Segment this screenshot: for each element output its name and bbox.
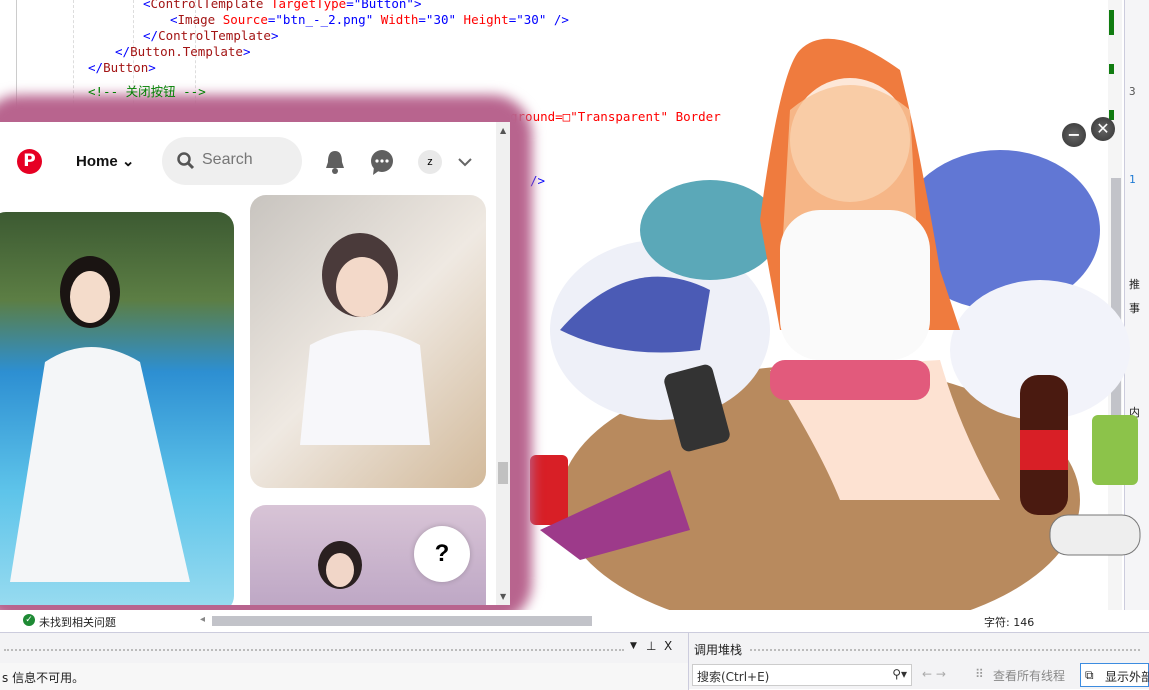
code-token: Image xyxy=(177,12,216,27)
close-panel-button[interactable]: X xyxy=(664,639,672,653)
output-text: s 信息不可用。 xyxy=(2,671,85,685)
callstack-search-input[interactable]: 搜索(Ctrl+E) ⚲▾ xyxy=(692,664,912,686)
scrollbar-thumb[interactable] xyxy=(498,462,508,484)
pin-image[interactable] xyxy=(250,195,486,488)
panel-grip xyxy=(750,649,1140,651)
char-position: 字符: 146 xyxy=(984,616,1035,629)
minimize-button[interactable]: − xyxy=(1062,123,1086,147)
code-token: Source xyxy=(215,12,268,27)
code-line: </Button.Template> xyxy=(115,44,250,60)
code-token: "btn_-_2.png" xyxy=(275,12,374,27)
controller xyxy=(1049,514,1141,556)
pinterest-header: P Home ⌄ Search z xyxy=(0,122,496,200)
view-all-threads-button[interactable]: 查看所有线程 xyxy=(993,667,1065,684)
code-token: Button.Template xyxy=(130,44,243,59)
code-token: "30" xyxy=(425,12,457,27)
code-token: Width xyxy=(373,12,419,27)
output-area: s 信息不可用。 xyxy=(0,663,688,690)
editor-status-bar: ✓ 未找到相关问题 ◂ 字符: 146 xyxy=(0,610,1149,632)
code-token: </ xyxy=(88,60,104,75)
search-input[interactable]: Search xyxy=(162,137,302,185)
help-button[interactable]: ? xyxy=(414,526,470,582)
search-placeholder: 搜索(Ctrl+E) xyxy=(697,670,770,684)
code-token: ControlTemplate xyxy=(150,0,264,11)
pin-icon[interactable]: ⊥ xyxy=(646,639,656,653)
code-token: /> xyxy=(546,12,569,27)
scroll-up-icon[interactable]: ▲ xyxy=(500,126,506,135)
pinterest-scrollbar[interactable]: ▲ ▼ xyxy=(496,122,510,605)
pinterest-window: P Home ⌄ Search z ? ▲ ▼ xyxy=(0,122,510,605)
avatar[interactable]: z xyxy=(418,150,442,174)
code-token: </ xyxy=(143,28,159,43)
divider xyxy=(688,633,689,690)
chevron-down-icon: ⌄ xyxy=(121,153,135,170)
code-token: "30" xyxy=(516,12,547,27)
cola-label xyxy=(1020,430,1068,470)
code-token: > xyxy=(148,60,156,75)
show-external-button[interactable]: ⧉ 显示外部 xyxy=(1080,663,1149,687)
home-dropdown[interactable]: Home ⌄ xyxy=(76,152,134,170)
anime-character-illustration xyxy=(530,38,1141,640)
teal-cushion xyxy=(640,180,780,280)
scroll-down-icon[interactable]: ▼ xyxy=(500,592,506,601)
back-arrow-icon[interactable]: ← → xyxy=(922,667,946,681)
shorts xyxy=(770,360,930,400)
code-line: <Image Source="btn_-_2.png" Width="30" H… xyxy=(170,12,569,28)
search-icon: ⚲▾ xyxy=(892,667,907,681)
check-icon: ✓ xyxy=(23,614,35,626)
threads-icon: ⠿ xyxy=(975,667,984,681)
cup-noodle xyxy=(1092,415,1138,485)
issues-status[interactable]: 未找到相关问题 xyxy=(39,614,116,630)
code-token: Button xyxy=(103,60,149,75)
horizontal-scrollbar[interactable] xyxy=(212,616,592,626)
code-token: ControlTemplate xyxy=(158,28,271,43)
show-external-label: 显示外部 xyxy=(1105,670,1149,684)
scroll-left-icon[interactable]: ◂ xyxy=(200,614,205,625)
chevron-down-icon[interactable] xyxy=(458,157,472,167)
pinterest-logo[interactable]: P xyxy=(17,149,42,174)
home-label: Home xyxy=(76,153,118,170)
shirt xyxy=(780,210,930,360)
bell-icon[interactable] xyxy=(324,149,346,175)
panel-grip xyxy=(4,649,624,651)
search-icon xyxy=(177,152,195,170)
code-token: </ xyxy=(115,44,131,59)
pin-image[interactable] xyxy=(0,212,234,605)
code-comment: <!-- 关闭按钮 --> xyxy=(88,84,206,99)
code-line: </ControlTemplate> xyxy=(143,28,278,44)
cola-can xyxy=(530,455,568,525)
code-token: = xyxy=(346,0,354,11)
code-token: > xyxy=(413,0,422,11)
callstack-title: 调用堆栈 xyxy=(694,643,743,657)
code-token: TargetType xyxy=(263,0,347,11)
code-token: Height xyxy=(456,12,509,27)
code-line: </Button> xyxy=(88,60,156,76)
close-button[interactable]: ✕ xyxy=(1091,117,1115,141)
code-token: > xyxy=(242,44,251,59)
code-token: < xyxy=(143,0,151,11)
code-token: "Button" xyxy=(353,0,414,11)
search-placeholder: Search xyxy=(202,151,253,168)
code-token: = xyxy=(418,12,426,27)
code-token: < xyxy=(170,12,178,27)
photo-girl-waving xyxy=(300,233,430,445)
code-line: <ControlTemplate TargetType="Button"> xyxy=(143,0,422,12)
photo-girl-pool xyxy=(10,256,190,582)
messages-icon[interactable] xyxy=(370,150,394,176)
code-token: > xyxy=(270,28,279,43)
frames-icon: ⧉ xyxy=(1085,668,1094,682)
dropdown-icon[interactable]: ▼ xyxy=(630,641,637,651)
